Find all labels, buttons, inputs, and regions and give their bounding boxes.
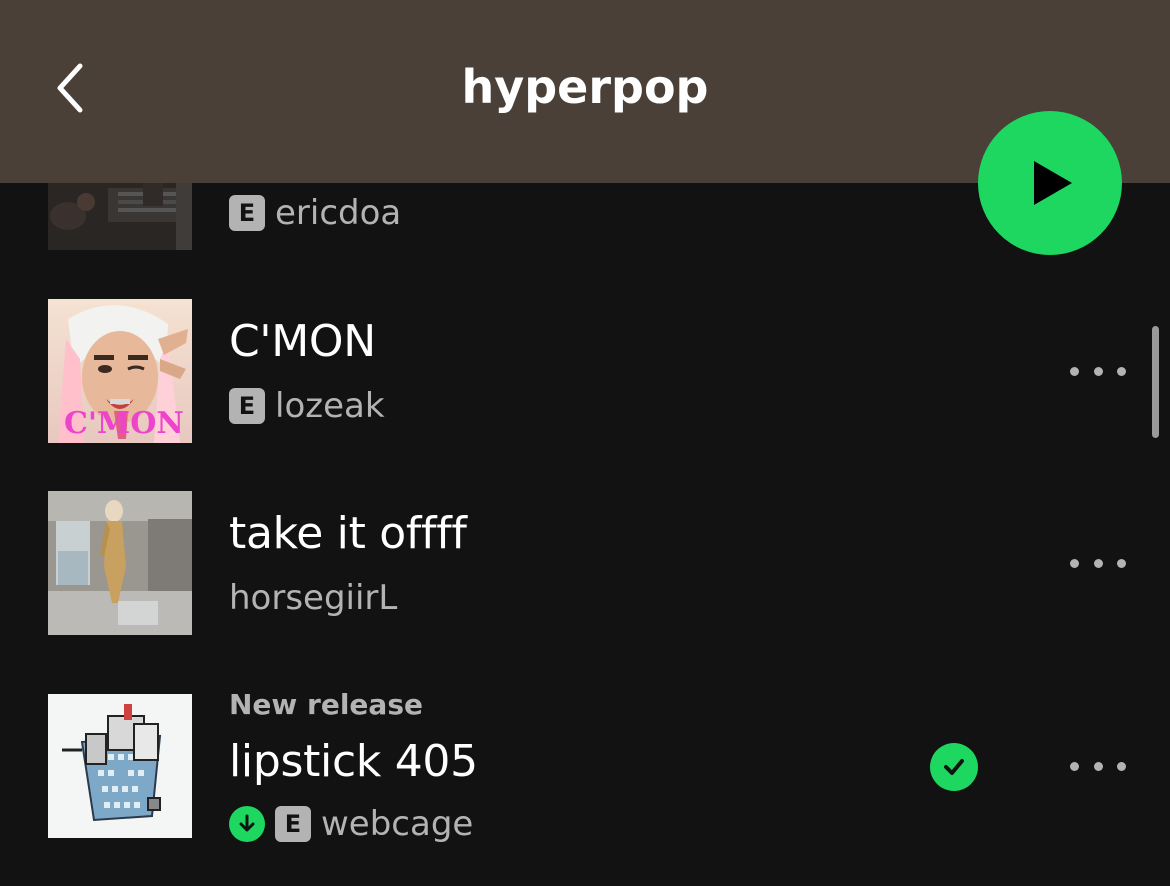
track-title: C'MON <box>229 316 376 367</box>
track-artist[interactable]: webcage <box>321 804 473 844</box>
track-subtitle: E ericdoa <box>229 193 401 233</box>
track-artist[interactable]: horsegiirL <box>229 578 397 618</box>
added-check-icon[interactable] <box>930 743 978 791</box>
track-subtitle: E lozeak <box>229 386 385 426</box>
explicit-badge: E <box>275 806 311 842</box>
new-release-label: New release <box>229 688 423 721</box>
more-options-icon[interactable] <box>1070 351 1126 391</box>
track-subtitle: E webcage <box>229 804 473 844</box>
track-artist[interactable]: ericdoa <box>275 193 401 233</box>
track-title: lipstick 405 <box>229 736 478 787</box>
page-title: hyperpop <box>461 60 709 114</box>
track-row[interactable]: take it offff horsegiirL <box>0 491 1170 635</box>
track-title: take it offff <box>229 508 467 559</box>
album-art-text: C'MON <box>64 406 184 441</box>
track-row[interactable]: New release lipstick 405 E webcage <box>0 688 1170 844</box>
track-artist[interactable]: lozeak <box>275 386 385 426</box>
track-subtitle: horsegiirL <box>229 578 397 618</box>
album-art <box>48 694 192 838</box>
downloaded-icon <box>229 806 265 842</box>
scrollbar[interactable] <box>1152 326 1159 438</box>
album-art: C'MON <box>48 299 192 443</box>
explicit-badge: E <box>229 388 265 424</box>
track-row[interactable]: C'MON C'MON E lozeak <box>0 299 1170 443</box>
more-options-icon[interactable] <box>1070 746 1126 786</box>
play-icon <box>1034 161 1072 205</box>
explicit-badge: E <box>229 195 265 231</box>
play-button[interactable] <box>978 111 1122 255</box>
album-art <box>48 491 192 635</box>
more-options-icon[interactable] <box>1070 543 1126 583</box>
